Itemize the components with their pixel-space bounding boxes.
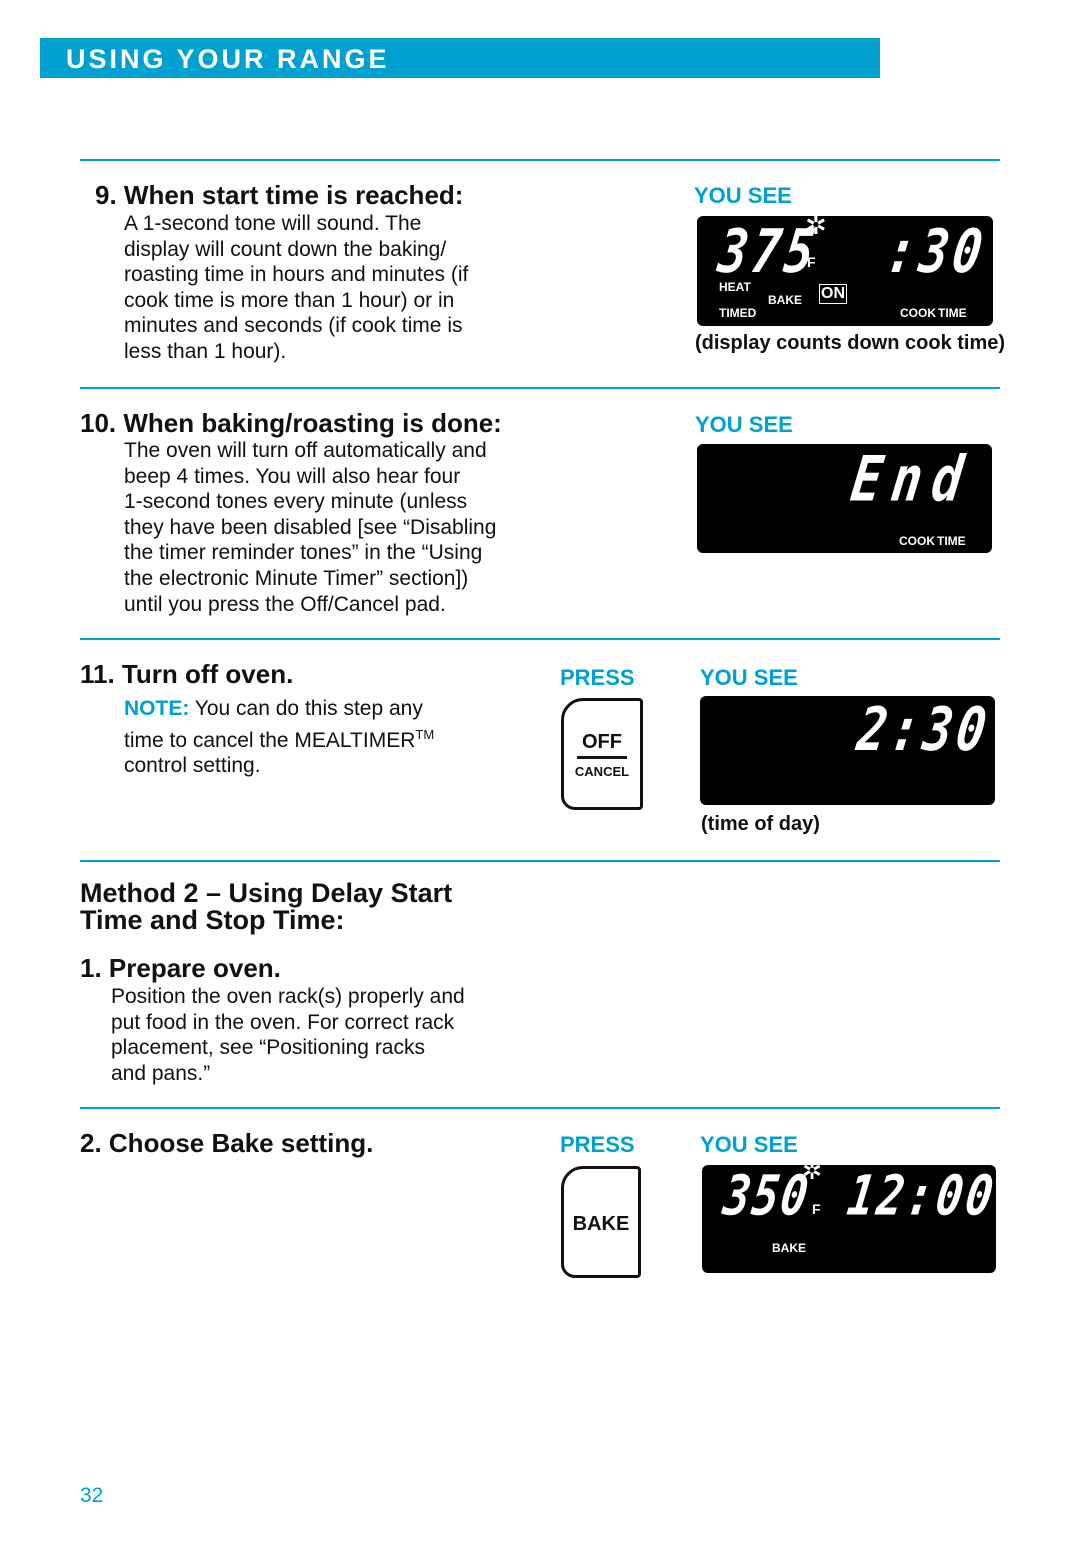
display-label: BAKE xyxy=(768,293,803,307)
display-label: COOK xyxy=(899,534,935,548)
display-time: 12:00 xyxy=(843,1164,1000,1229)
step-10-title: 10. When baking/roasting is done: xyxy=(80,408,502,438)
step-10-body: The oven will turn off automatically and… xyxy=(124,439,497,616)
display-unit: F xyxy=(807,254,816,270)
press-label: PRESS xyxy=(560,1132,635,1157)
step-11-title: 11. Turn off oven. xyxy=(80,659,294,689)
off-cancel-button[interactable]: OFF CANCEL xyxy=(561,698,643,810)
you-see-label: YOU SEE xyxy=(694,183,792,208)
step-9-title: 9. When start time is reached: xyxy=(95,180,464,210)
heat-icon: ✲ xyxy=(805,210,827,240)
display-label: BAKE xyxy=(772,1241,807,1255)
display-label: ON xyxy=(819,284,847,304)
display-label: HEAT xyxy=(719,280,751,294)
step-11-note: NOTE: You can do this step any time to c… xyxy=(124,697,435,778)
display-temp: 350 xyxy=(719,1164,814,1229)
m2-step-2-title: 2. Choose Bake setting. xyxy=(80,1128,374,1158)
you-see-label: YOU SEE xyxy=(700,1132,798,1157)
step-9-body: A 1-second tone will sound. The display w… xyxy=(124,212,469,363)
you-see-label: YOU SEE xyxy=(695,412,793,437)
heat-icon: ✲ xyxy=(802,1158,823,1185)
divider xyxy=(80,638,1000,640)
divider xyxy=(80,1107,1000,1109)
oven-display: 375 ✲ F :30 HEAT TIMED BAKE ON COOK TIME xyxy=(697,210,993,326)
divider xyxy=(80,387,1000,389)
display-time: :30 xyxy=(882,217,991,287)
divider xyxy=(80,159,1000,161)
press-label: PRESS xyxy=(560,665,635,690)
display-text: End xyxy=(846,442,978,516)
display-label: TIME xyxy=(938,306,967,320)
page: { "header":{"title":"USING YOUR RANGE"},… xyxy=(0,0,1080,1560)
bake-button[interactable]: BAKE xyxy=(561,1166,641,1278)
oven-display: 350 ✲ F 12:00 BAKE xyxy=(702,1158,1000,1273)
divider xyxy=(80,860,1000,862)
display-label: TIME xyxy=(937,534,966,548)
oven-display: 2:30 xyxy=(700,695,995,805)
display-label: TIMED xyxy=(719,306,757,320)
page-number: 32 xyxy=(80,1484,104,1507)
display-unit: F xyxy=(812,1201,821,1217)
display-time: 2:30 xyxy=(853,695,995,765)
oven-display: End COOK TIME xyxy=(697,442,992,553)
m2-step-1-title: 1. Prepare oven. xyxy=(80,953,281,983)
display-caption: (time of day) xyxy=(701,813,820,835)
display-label: COOK xyxy=(900,306,936,320)
display-caption: (display counts down cook time) xyxy=(695,332,1006,354)
header-title: USING YOUR RANGE xyxy=(66,44,390,74)
method-2-title: Method 2 – Using Delay Start Time and Sto… xyxy=(80,878,453,935)
m2-step-1-body: Position the oven rack(s) properly and pu… xyxy=(111,985,465,1085)
you-see-label: YOU SEE xyxy=(700,665,798,690)
section-header: USING YOUR RANGE xyxy=(40,38,880,78)
